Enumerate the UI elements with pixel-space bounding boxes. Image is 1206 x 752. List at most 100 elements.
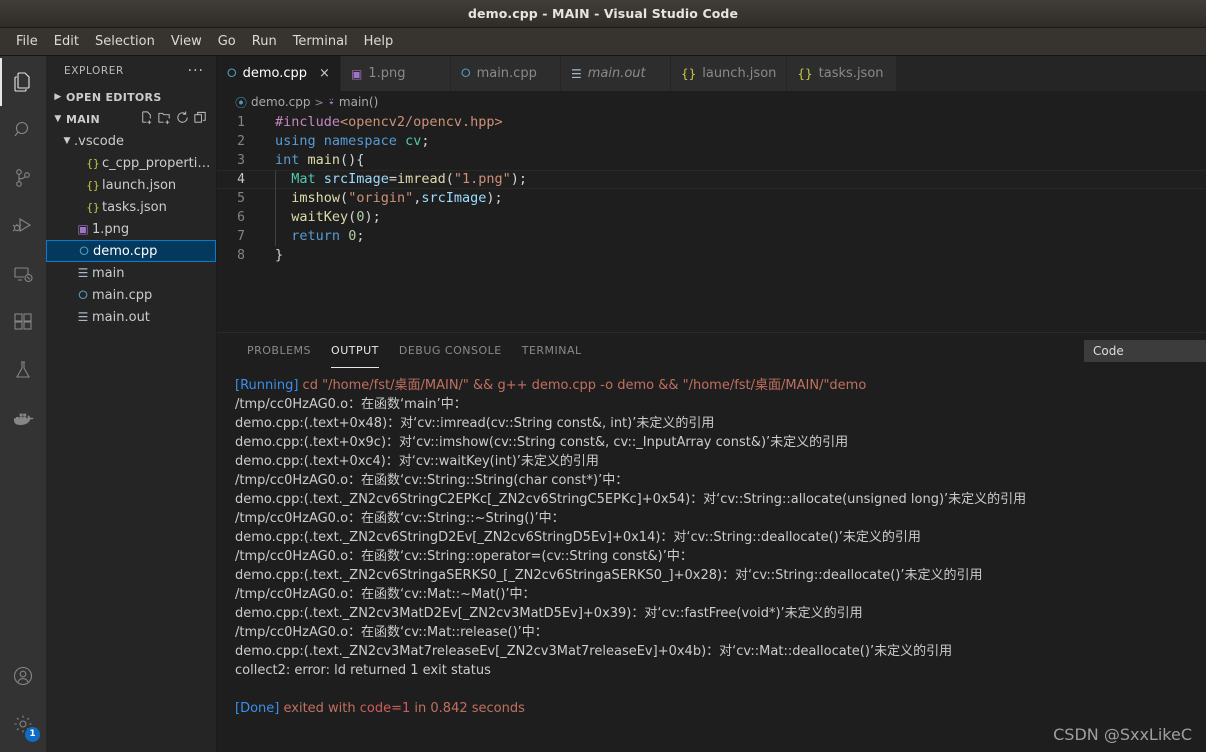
breadcrumb-separator: > (314, 95, 324, 109)
code-token: (){ (340, 152, 365, 168)
editor-tab-bar: ⭘ demo.cpp × ▣ 1.png ⭘ main.cpp ☰ main.out {} laun… (217, 56, 1206, 91)
remote-explorer-icon[interactable] (0, 250, 46, 298)
account-icon[interactable] (0, 652, 46, 700)
chevron-down-icon: ▼ (63, 136, 71, 146)
output-line: demo.cpp:(.text._ZN2cv3Mat7releaseEv[_ZN… (217, 642, 1206, 661)
binary-file-icon: ☰ (77, 310, 89, 324)
tree-item-demo-cpp[interactable]: ⭘ demo.cpp (46, 240, 216, 262)
json-file-icon: {} (86, 178, 100, 192)
cpp-file-icon: ⭘ (79, 243, 89, 258)
sidebar-section-main[interactable]: ▼ MAIN (46, 108, 216, 130)
tree-item-main-out[interactable]: ☰ main.out (46, 306, 216, 328)
code-token: ; (356, 228, 365, 244)
explorer-icon[interactable] (0, 58, 46, 106)
code-line-text: imshow("origin",srcImage); (265, 189, 503, 208)
output-line: demo.cpp:(.text+0x9c)：对‘cv::imshow(cv::S… (217, 433, 1206, 452)
line-number: 8 (237, 248, 245, 263)
output-text: code=1 (359, 701, 411, 716)
output-text: [Running] (235, 378, 299, 393)
output-view[interactable]: [Running] cd "/home/fst/桌面/MAIN/" && g++… (217, 368, 1206, 752)
code-token: return (291, 228, 341, 244)
window-title: demo.cpp - MAIN - Visual Studio Code (467, 6, 739, 21)
panel-tab-bar: PROBLEMS OUTPUT DEBUG CONSOLE TERMINAL Code (217, 333, 1206, 368)
sidebar-more-actions-icon[interactable]: ··· (188, 64, 204, 78)
line-number: 4 (237, 172, 245, 187)
docker-icon[interactable] (0, 394, 46, 442)
breadcrumb-symbol[interactable]: ⍣ main() (328, 95, 379, 110)
code-token: cv (405, 133, 422, 149)
code-line: 4 Mat srcImage=imread("1.png"); (217, 170, 1206, 189)
menu-item-file[interactable]: File (8, 31, 46, 52)
code-token: ); (510, 171, 528, 187)
collapse-all-icon[interactable] (193, 110, 208, 128)
editor-tab-label: 1.png (368, 66, 406, 81)
chevron-right-icon: ▶ (54, 92, 62, 102)
code-token: main (307, 152, 341, 168)
binary-file-icon: ☰ (570, 66, 582, 81)
editor-tab-demo-cpp[interactable]: ⭘ demo.cpp × (217, 56, 341, 91)
menu-item-go[interactable]: Go (210, 31, 244, 52)
output-text: demo.cpp:(.text+0x48)：对‘cv::imread(cv::S… (235, 416, 715, 431)
editor-tab-1-png[interactable]: ▣ 1.png (340, 56, 451, 91)
code-token: imread (396, 171, 446, 187)
close-icon[interactable]: × (313, 66, 330, 81)
tree-item-label: main.cpp (92, 287, 153, 303)
editor-tab-launch-json[interactable]: {} launch.json (670, 56, 788, 91)
tree-item-label: c_cpp_properties.js... (102, 155, 212, 171)
tree-item-tasks-json[interactable]: {} tasks.json (46, 196, 216, 218)
indent-guide (275, 227, 276, 246)
editor-tab-label: demo.cpp (242, 66, 308, 81)
editor-tab-main-out[interactable]: ☰ main.out (560, 56, 671, 91)
code-token: = (388, 171, 397, 187)
source-control-icon[interactable] (0, 154, 46, 202)
code-editor[interactable]: 1 #include<opencv2/opencv.hpp> 2 using name… (217, 113, 1206, 332)
tree-item-c-cpp-properties-js[interactable]: {}c_cpp_properties.js... (46, 152, 216, 174)
output-text: demo.cpp:(.text._ZN2cv3MatD2Ev[_ZN2cv3Ma… (235, 606, 863, 621)
panel-tab-terminal[interactable]: TERMINAL (512, 333, 592, 368)
menu-item-selection[interactable]: Selection (87, 31, 163, 52)
tree-item-vscode[interactable]: ▼ .vscode (46, 130, 216, 152)
refresh-icon[interactable] (175, 110, 190, 128)
run-debug-icon[interactable] (0, 202, 46, 250)
new-file-icon[interactable] (139, 110, 154, 128)
tree-item-launch-json[interactable]: {} launch.json (46, 174, 216, 196)
extensions-icon[interactable] (0, 298, 46, 346)
chevron-down-icon: ▼ (54, 114, 62, 124)
tree-item-label: main.out (92, 309, 150, 325)
settings-gear-icon[interactable]: 1 (0, 700, 46, 748)
output-channel-select[interactable]: Code (1084, 339, 1206, 362)
editor-tab-label: launch.json (702, 66, 777, 81)
json-file-icon: {} (680, 66, 697, 81)
search-icon[interactable] (0, 106, 46, 154)
menu-item-edit[interactable]: Edit (46, 31, 87, 52)
new-folder-icon[interactable] (157, 110, 172, 128)
menu-item-terminal[interactable]: Terminal (285, 31, 356, 52)
output-text: cd "/home/fst/桌面/MAIN/" && g++ demo.cpp … (298, 378, 867, 393)
editor-tab-label: main.cpp (476, 66, 537, 81)
tree-item-main-cpp[interactable]: ⭘ main.cpp (46, 284, 216, 306)
code-token: } (275, 247, 284, 263)
testing-icon[interactable] (0, 346, 46, 394)
json-file-icon: {} (797, 66, 813, 81)
workbench: 1 EXPLORER ··· ▶ OPEN EDITORS ▼ MAIN ▼ .… (0, 56, 1206, 752)
output-line: demo.cpp:(.text._ZN2cv6StringC2EPKc[_ZN2… (217, 490, 1206, 509)
editor-tab-tasks-json[interactable]: {} tasks.json (787, 56, 898, 91)
output-line: [Running] cd "/home/fst/桌面/MAIN/" && g++… (217, 376, 1206, 395)
tree-item-1-png[interactable]: ▣ 1.png (46, 218, 216, 240)
line-number: 2 (237, 134, 245, 149)
breadcrumb-file-label: demo.cpp (251, 95, 311, 109)
tree-item-main[interactable]: ☰ main (46, 262, 216, 284)
sidebar-section-open-editors[interactable]: ▶ OPEN EDITORS (46, 86, 216, 108)
menu-item-help[interactable]: Help (356, 31, 402, 52)
code-token: <opencv2/opencv.hpp> (340, 114, 503, 130)
menu-item-run[interactable]: Run (244, 31, 285, 52)
panel-tab-problems[interactable]: PROBLEMS (237, 333, 321, 368)
panel-tab-output[interactable]: OUTPUT (321, 333, 389, 368)
panel-tab-debug-console[interactable]: DEBUG CONSOLE (389, 333, 512, 368)
breadcrumb-file[interactable]: ⦿ demo.cpp (235, 94, 310, 111)
output-line: demo.cpp:(.text+0xc4)：对‘cv::waitKey(int)… (217, 452, 1206, 471)
output-text: demo.cpp:(.text+0xc4)：对‘cv::waitKey(int)… (235, 454, 599, 469)
menu-item-view[interactable]: View (163, 31, 210, 52)
editor-tab-main-cpp[interactable]: ⭘ main.cpp (450, 56, 561, 91)
